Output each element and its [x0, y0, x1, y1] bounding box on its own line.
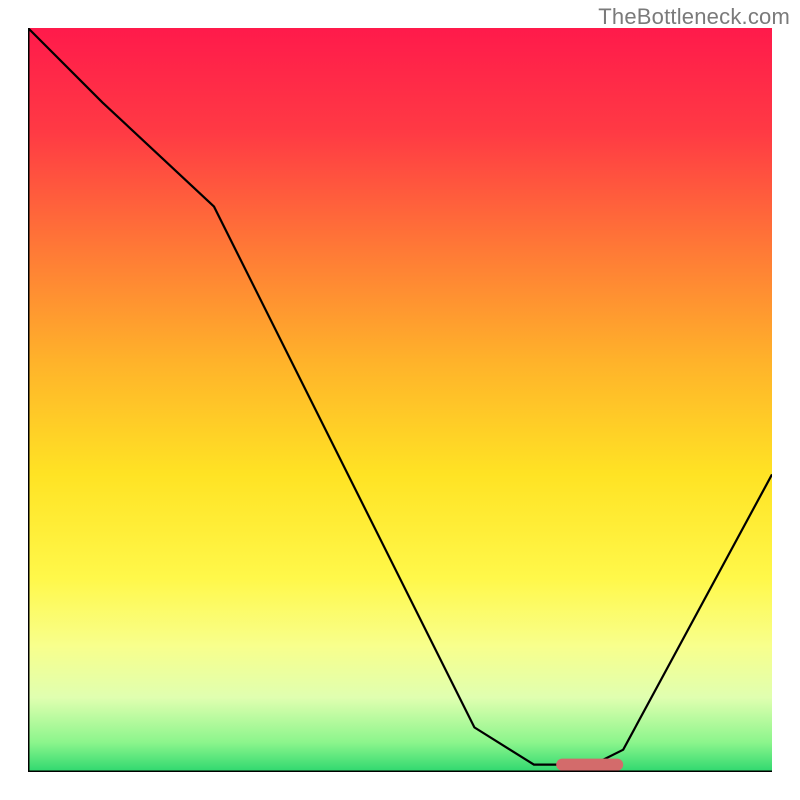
optimal-marker [556, 759, 623, 771]
chart-plot-area [28, 28, 772, 772]
attribution-text: TheBottleneck.com [598, 4, 790, 30]
bottleneck-chart [28, 28, 772, 772]
gradient-background [28, 28, 772, 772]
